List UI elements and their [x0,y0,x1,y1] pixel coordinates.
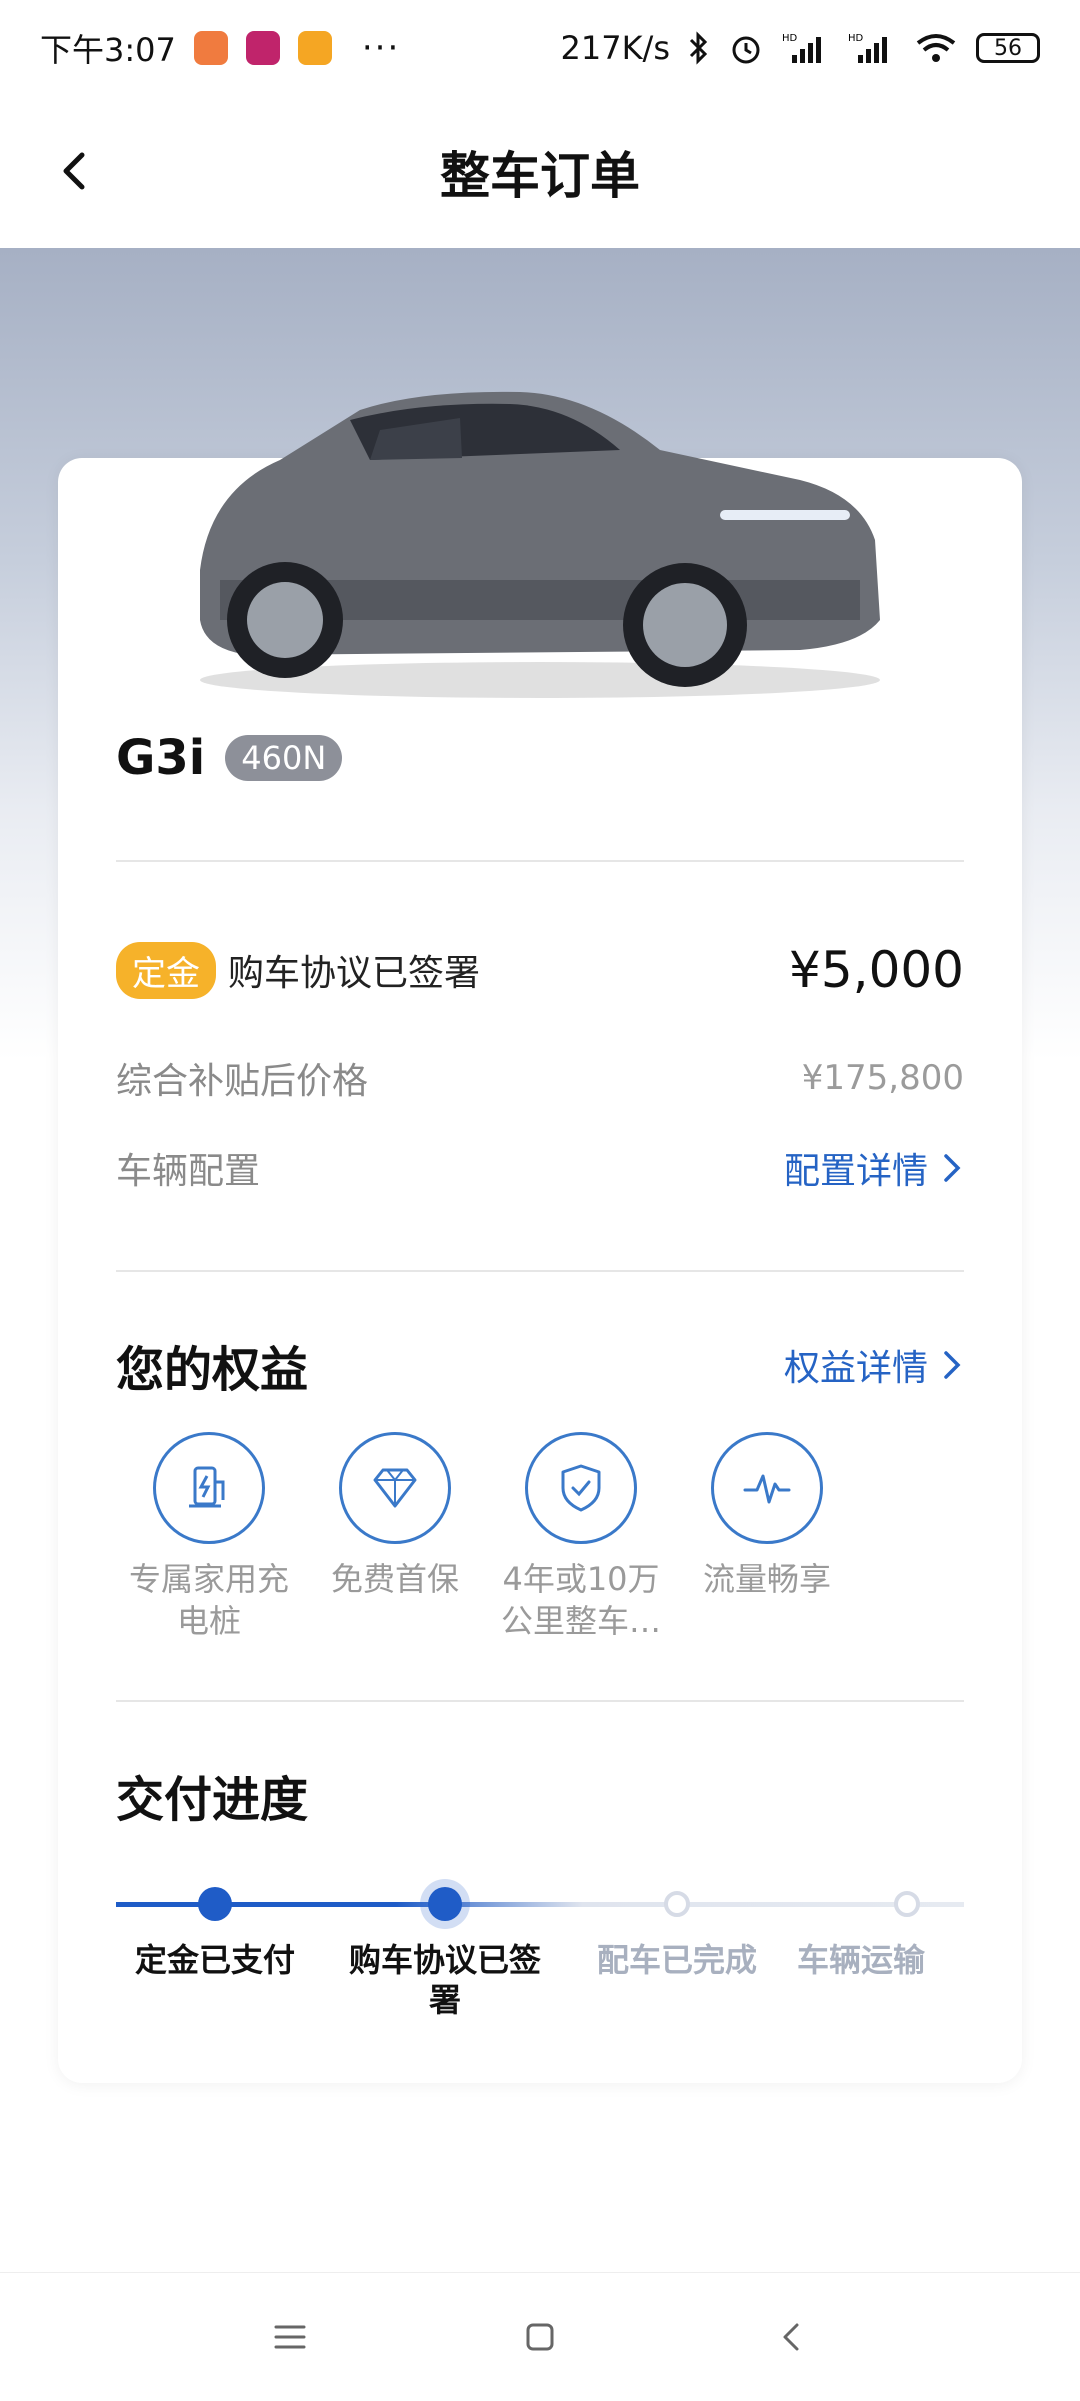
benefit-data-plan[interactable]: 流量畅享 [674,1432,860,1642]
charging-pile-icon [153,1432,265,1544]
diamond-icon [339,1432,451,1544]
model-name: G3i [116,730,206,786]
deposit-status: 购车协议已签署 [228,953,481,994]
vip-app-icon [245,31,280,65]
pulse-icon [711,1432,823,1544]
deposit-tag: 定金 [116,941,216,999]
benefit-label: 免费首保 [330,1560,459,1598]
benefits-title: 您的权益 [116,1342,309,1398]
price-row: 综合补贴后价格 ¥175,800 [116,1050,964,1106]
network-speed: 217K/s [560,29,670,67]
step-car-assigned [655,1882,699,1926]
app-header: 整车订单 [0,96,1080,248]
config-row: 车辆配置 配置详情 [116,1140,964,1196]
signal-hd-icon-2: HD [848,33,887,63]
step-dot [894,1891,920,1917]
deposit-left: 定金 购车协议已签署 [116,941,481,999]
system-nav-bar [0,2272,1080,2401]
battery-indicator: 56 [976,33,1040,63]
step-transport [885,1882,929,1926]
delivery-title: 交付进度 [116,1772,309,1828]
price-value: ¥175,800 [801,1058,964,1098]
step-label-agreement-signed: 购车协议已签署 [348,1941,541,2019]
benefit-label: 4年或10万 公里整车… [500,1560,661,1640]
step-label-transport: 车辆运输 [797,1941,926,1979]
battery-level: 56 [994,35,1022,61]
variant-badge: 460N [225,735,343,781]
svg-text:HD: HD [782,33,798,44]
deposit-amount: ¥5,000 [789,941,964,999]
benefits-details-link[interactable]: 权益详情 [784,1339,964,1391]
bluetooth-icon [689,31,708,65]
step-label-car-assigned: 配车已完成 [596,1941,757,1979]
model-row: G3i 460N [116,730,343,786]
home-icon[interactable] [512,2309,568,2365]
status-bar: 下午3:07 ··· 217K/s HD HD 56 [0,0,1080,96]
benefits-details-label: 权益详情 [783,1348,928,1389]
step-agreement-signed [423,1882,467,1926]
chevron-right-icon [944,1154,961,1182]
deposit-row: 定金 购车协议已签署 ¥5,000 [116,935,964,1005]
status-left: 下午3:07 ··· [40,25,400,71]
notes-app-icon [297,31,332,65]
config-label: 车辆配置 [116,1151,261,1192]
more-notifications-icon: ··· [361,28,401,68]
benefits-list: 专属家用充 电桩 免费首保 4年或10万 公里整车… 流量畅享 [116,1432,964,1642]
config-details-label: 配置详情 [783,1151,928,1192]
benefit-label: 专属家用充 电桩 [128,1560,289,1640]
price-label: 综合补贴后价格 [116,1061,369,1102]
shield-check-icon [525,1432,637,1544]
status-right: 217K/s HD HD 56 [560,29,1040,67]
benefit-label: 流量畅享 [702,1560,831,1598]
step-dot [428,1887,462,1921]
menu-icon[interactable] [262,2309,318,2365]
progress-track [116,1902,964,1907]
benefit-warranty[interactable]: 4年或10万 公里整车… [488,1432,674,1642]
benefits-header: 您的权益 权益详情 [116,1330,964,1400]
chevron-right-icon [944,1351,961,1379]
status-time: 下午3:07 [40,31,176,69]
benefit-home-charger[interactable]: 专属家用充 电桩 [116,1432,302,1642]
back-icon[interactable] [765,2309,821,2365]
alarm-icon [732,36,760,64]
divider-3 [116,1700,964,1702]
wifi-icon [916,34,956,62]
step-deposit-paid [193,1882,237,1926]
taobao-app-icon [193,31,228,65]
car-image [200,391,880,698]
step-dot [198,1887,232,1921]
divider-2 [116,1270,964,1272]
step-label-deposit-paid: 定金已支付 [134,1941,295,1979]
divider-1 [116,860,964,862]
benefit-free-maintenance[interactable]: 免费首保 [302,1432,488,1642]
delivery-header: 交付进度 [116,1760,964,1830]
signal-hd-icon-1: HD [782,33,821,63]
page-title: 整车订单 [440,147,640,205]
step-dot [664,1891,690,1917]
back-arrow-icon[interactable] [50,141,110,201]
svg-text:HD: HD [848,33,864,44]
config-details-link[interactable]: 配置详情 [784,1142,964,1194]
